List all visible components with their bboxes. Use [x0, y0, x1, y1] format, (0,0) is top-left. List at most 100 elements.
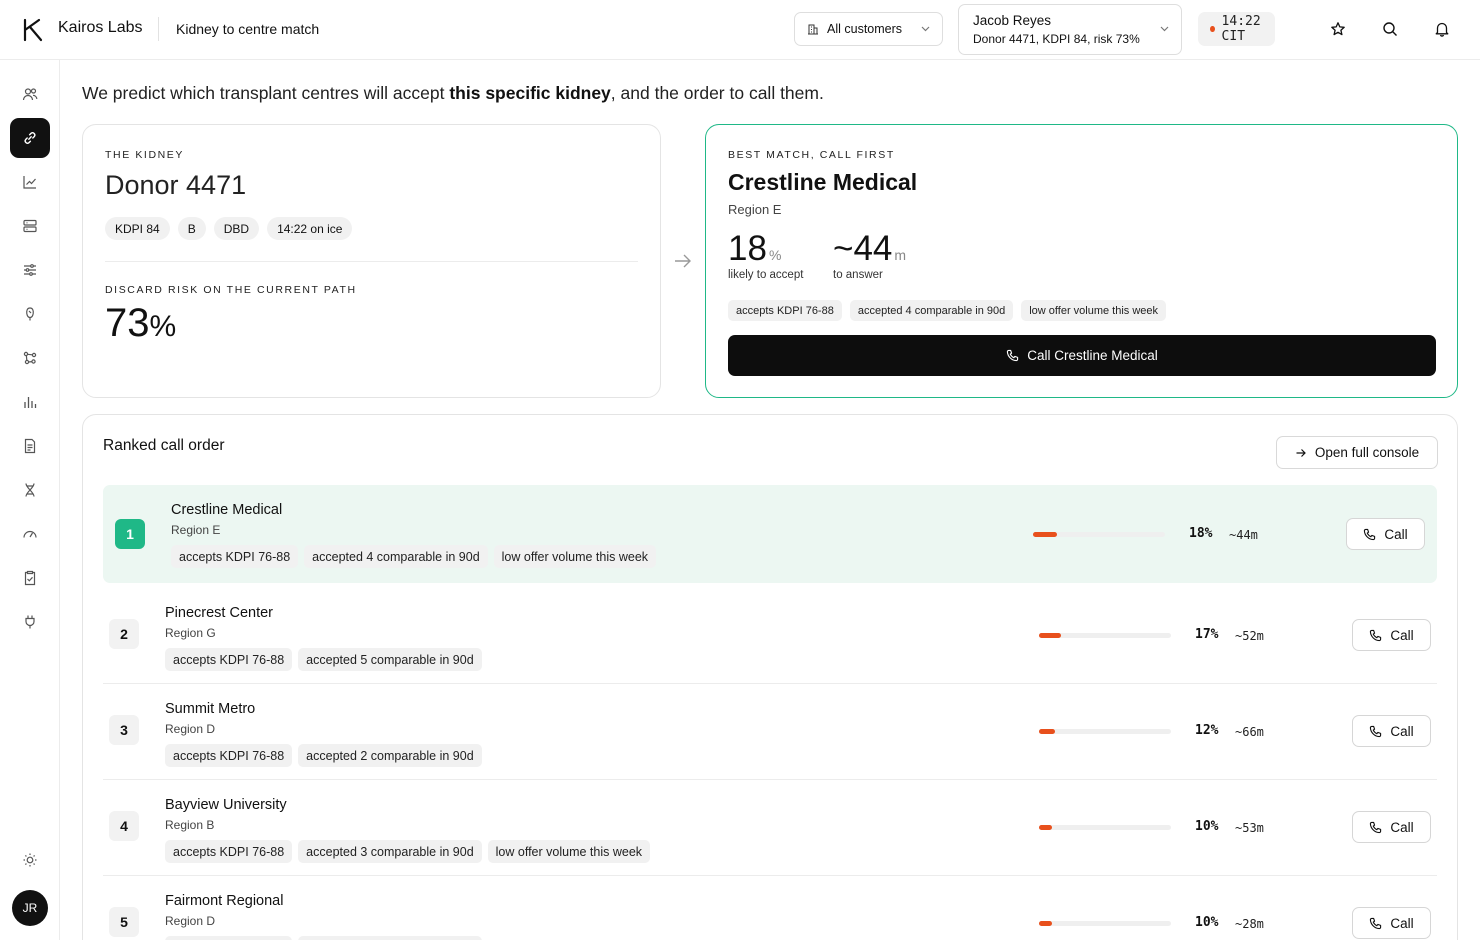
- nav-analytics[interactable]: [10, 382, 50, 422]
- risk-value: 73: [105, 301, 150, 345]
- accept-value: 18: [728, 229, 767, 268]
- centre-region: Region G: [165, 626, 216, 640]
- centre-tag: accepted 3 comparable in 90d: [298, 840, 482, 863]
- ranked-row: 4 Bayview University Region B accepts KDPI …: [103, 780, 1437, 876]
- ranked-row: 1 Crestline Medical Region E accepts KDPI 7…: [103, 485, 1437, 583]
- accept-percent: 17%: [1195, 627, 1219, 642]
- centre-tag: accepts KDPI 76-88: [165, 648, 293, 671]
- search-icon[interactable]: [1382, 21, 1398, 37]
- accept-unit: %: [768, 247, 782, 263]
- star-icon[interactable]: [1330, 21, 1346, 37]
- centre-region: Region D: [165, 722, 216, 736]
- brand-name: Kairos Labs: [58, 19, 143, 36]
- centre-tag: accepts KDPI 76-88: [165, 840, 293, 863]
- bell-icon[interactable]: [1434, 21, 1450, 37]
- customer-filter-value: All customers: [827, 22, 903, 36]
- answer-eta: ~44m: [1229, 528, 1258, 542]
- best-centre-region: Region E: [728, 202, 782, 217]
- nav-organs[interactable]: [10, 294, 50, 334]
- kairos-logo-icon[interactable]: [22, 18, 44, 42]
- open-console-label: Open full console: [1314, 445, 1420, 460]
- intro-after: , and the order to call them.: [610, 83, 824, 103]
- call-centre-button[interactable]: Call: [1352, 907, 1431, 939]
- nav-genetics[interactable]: [10, 470, 50, 510]
- best-tag: accepted 4 comparable in 90d: [849, 300, 1014, 321]
- phone-icon: [1364, 528, 1376, 540]
- best-centre-name: Crestline Medical: [728, 169, 918, 195]
- phone-icon: [1370, 629, 1382, 641]
- nav-performance[interactable]: [10, 514, 50, 554]
- accept-bar-fill: [1039, 633, 1061, 638]
- sidebar: JR: [0, 60, 60, 940]
- nav-network[interactable]: [10, 338, 50, 378]
- centre-name: Crestline Medical: [171, 502, 283, 518]
- rank-number: 3: [109, 715, 139, 745]
- nav-filters[interactable]: [10, 250, 50, 290]
- centre-tag: accepts KDPI 76-88: [165, 744, 293, 767]
- answer-value: ~44: [833, 229, 893, 268]
- call-best-button[interactable]: Call Crestline Medical: [728, 335, 1436, 376]
- user-name: Jacob Reyes: [973, 13, 1052, 28]
- kidney-icon: [26, 307, 34, 321]
- accept-bar: [1039, 825, 1171, 830]
- kidney-chip: KDPI 84: [105, 217, 170, 240]
- accept-bar-fill: [1033, 532, 1057, 537]
- intro-text: We predict which transplant centres will…: [82, 83, 824, 104]
- nav-documents[interactable]: [10, 426, 50, 466]
- best-tag: accepts KDPI 76-88: [728, 300, 842, 321]
- accept-bar: [1039, 921, 1171, 926]
- live-dot-icon: [1210, 26, 1215, 32]
- centre-tags: accepts KDPI 76-88 accepted 5 comparable …: [165, 648, 482, 671]
- accept-bar-fill: [1039, 921, 1052, 926]
- kidney-eyebrow: THE KIDNEY: [105, 149, 185, 161]
- phone-icon: [1370, 917, 1382, 929]
- arrow-right-icon: [675, 254, 691, 268]
- kidney-chip: 14:22 on ice: [267, 217, 353, 240]
- call-label: Call: [1390, 819, 1414, 835]
- bar-chart-icon: [24, 397, 37, 408]
- nav-theme[interactable]: [10, 840, 50, 880]
- rank-number: 1: [115, 519, 145, 549]
- centre-tag: low offer volume this week: [487, 840, 651, 863]
- centre-tags: accepts KDPI 76-88 accepted 3 comparable …: [165, 936, 482, 940]
- page-title: Kidney to centre match: [176, 21, 320, 37]
- centre-name: Pinecrest Center: [165, 605, 273, 621]
- nav-servers[interactable]: [10, 206, 50, 246]
- call-centre-button[interactable]: Call: [1352, 811, 1431, 843]
- nav-users[interactable]: [10, 74, 50, 114]
- accept-bar-fill: [1039, 825, 1052, 830]
- call-centre-button[interactable]: Call: [1352, 619, 1431, 651]
- open-console-button[interactable]: Open full console: [1276, 436, 1438, 469]
- centre-name: Bayview University: [165, 797, 287, 813]
- answer-eta: ~66m: [1235, 725, 1264, 739]
- rank-number: 2: [109, 619, 139, 649]
- nav-checklist[interactable]: [10, 558, 50, 598]
- call-label: Call: [1390, 915, 1414, 931]
- top-bar: Kairos Labs Kidney to centre match All c…: [0, 0, 1480, 60]
- kidney-chip: DBD: [213, 217, 260, 240]
- cold-ischemia-timer: 14:22 CIT: [1198, 12, 1275, 46]
- nav-trends[interactable]: [10, 162, 50, 202]
- call-best-label: Call Crestline Medical: [1027, 348, 1158, 363]
- header-divider: [158, 17, 159, 41]
- sun-icon: [23, 853, 37, 867]
- plug-icon: [25, 615, 35, 629]
- call-centre-button[interactable]: Call: [1352, 715, 1431, 747]
- risk-label: DISCARD RISK ON THE CURRENT PATH: [105, 284, 357, 296]
- phone-icon: [1007, 349, 1019, 362]
- user-context-select[interactable]: Jacob Reyes Donor 4471, KDPI 84, risk 73…: [958, 4, 1182, 55]
- call-centre-button[interactable]: Call: [1346, 518, 1425, 550]
- centre-tag: low offer volume this week: [493, 545, 657, 568]
- centre-region: Region D: [165, 914, 216, 928]
- nodes-icon: [23, 351, 37, 365]
- arrow-right-icon: [1296, 448, 1306, 457]
- ranked-row: 3 Summit Metro Region D accepts KDPI 76-88 a…: [103, 684, 1437, 780]
- avatar[interactable]: JR: [12, 890, 48, 926]
- nav-integrations[interactable]: [10, 602, 50, 642]
- nav-match[interactable]: [10, 118, 50, 158]
- answer-eta: ~52m: [1235, 629, 1264, 643]
- customer-filter-select[interactable]: All customers: [794, 12, 943, 46]
- ranked-title: Ranked call order: [103, 437, 225, 454]
- phone-icon: [1370, 725, 1382, 737]
- centre-tag: accepted 5 comparable in 90d: [298, 648, 482, 671]
